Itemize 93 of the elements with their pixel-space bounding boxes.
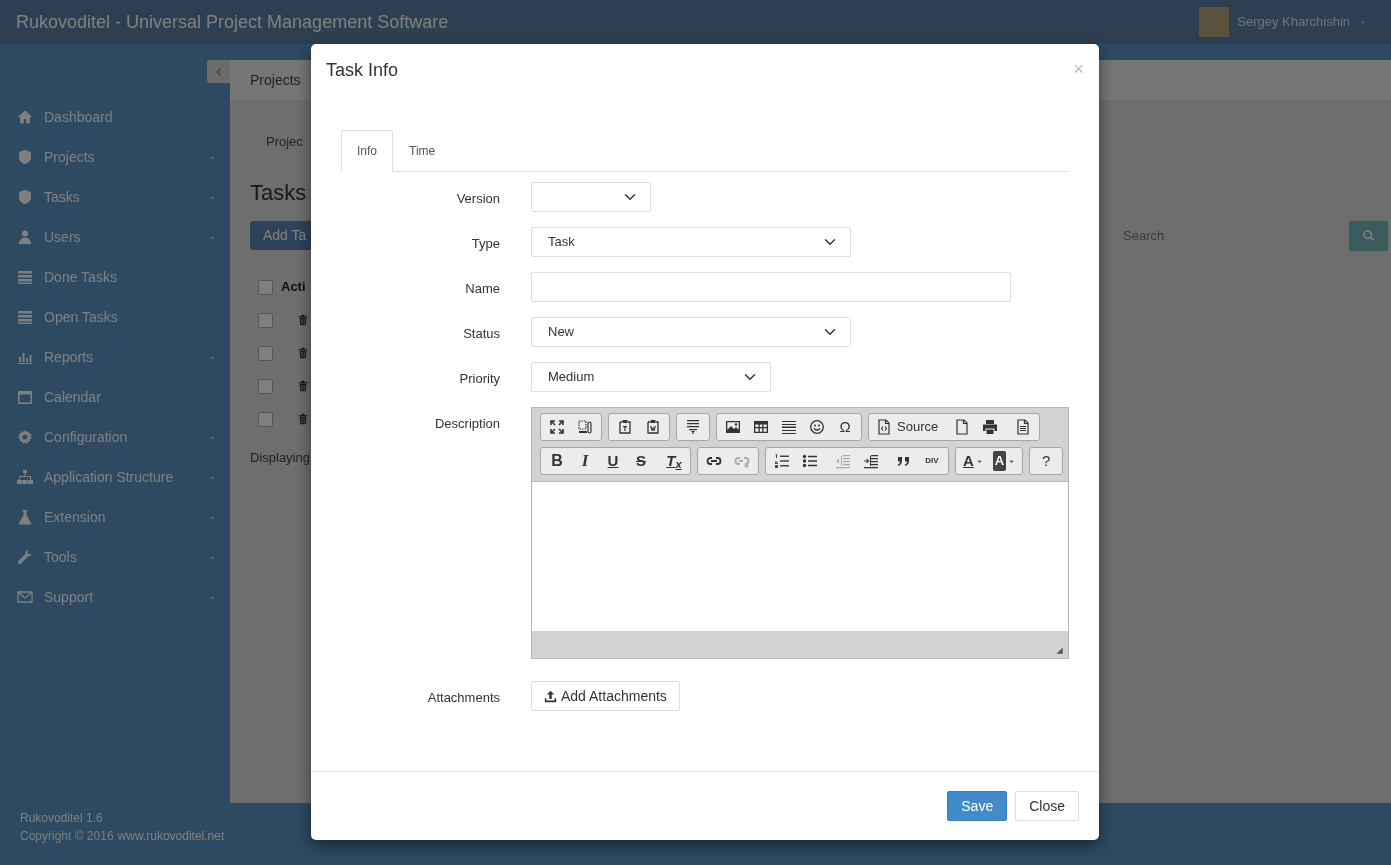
tab[interactable]: Time — [393, 130, 452, 172]
user-name[interactable]: Sergey Kharchishin — [1237, 12, 1350, 32]
input-field[interactable] — [531, 272, 1011, 302]
paste-word-icon — [645, 419, 661, 435]
indent-icon — [863, 453, 879, 469]
save-button[interactable]: Save — [947, 791, 1008, 821]
sidebar-item[interactable]: Users — [0, 217, 230, 257]
numbered-list-icon — [774, 453, 790, 469]
copyright-text: Copyright © 2016 — [20, 828, 114, 845]
sidebar-item[interactable]: Done Tasks — [0, 257, 230, 297]
sidebar-item[interactable]: Application Structure — [0, 457, 230, 497]
close-button[interactable]: Close — [1015, 791, 1079, 821]
bold-button[interactable]: B — [543, 448, 571, 474]
horizontal-line-icon — [781, 419, 797, 435]
smiley-icon — [809, 419, 825, 435]
list-icon — [17, 269, 33, 285]
preview-icon — [1015, 419, 1032, 435]
trash-icon — [297, 314, 309, 326]
strikethrough-button[interactable]: S — [627, 448, 655, 474]
toolbar-button[interactable]: Ω — [831, 414, 859, 440]
sidebar-item[interactable]: Extension — [0, 497, 230, 537]
trash-icon — [297, 347, 309, 359]
remove-format-button[interactable]: T$_{x}$ — [660, 448, 688, 474]
home-icon — [17, 109, 33, 125]
outdent-icon — [835, 453, 851, 469]
envelope-icon — [17, 589, 33, 605]
avatar-photo — [1199, 7, 1230, 37]
list-icon — [17, 309, 33, 325]
text-color-button[interactable]: A — [958, 448, 988, 474]
div-container-button[interactable]: DIV — [918, 448, 946, 474]
close-button[interactable]: × — [1073, 60, 1084, 78]
upload-icon — [544, 689, 557, 703]
select-field[interactable]: Task — [531, 227, 851, 257]
sidebar-item[interactable]: Support — [0, 577, 230, 617]
field-label: Priority — [458, 370, 500, 388]
field-label: Description — [433, 415, 500, 433]
flask-icon — [17, 509, 33, 525]
field-label: Status — [462, 325, 500, 343]
wrench-icon — [17, 549, 33, 565]
bulleted-list-icon — [802, 453, 818, 469]
sidebar-item[interactable]: Open Tasks — [0, 297, 230, 337]
show-blocks-icon — [577, 419, 593, 435]
tab[interactable]: Projec — [266, 132, 303, 152]
field-label: Name — [464, 280, 500, 298]
dialog-title: Task Info — [326, 60, 399, 82]
website-link[interactable]: www.rukovoditel.net — [117, 827, 225, 845]
field-label: Version — [455, 190, 500, 208]
templates-icon — [685, 419, 701, 435]
sidebar-item[interactable]: Dashboard — [0, 97, 230, 137]
underline-button[interactable]: U — [599, 448, 627, 474]
page-heading: Tasks — [250, 178, 307, 207]
checkbox[interactable] — [258, 345, 273, 361]
sidebar-item[interactable]: Tools — [0, 537, 230, 577]
hierarchy-icon — [17, 469, 33, 485]
checkbox[interactable] — [258, 378, 273, 394]
checkbox[interactable] — [258, 411, 273, 427]
sidebar-item[interactable]: Calendar — [0, 377, 230, 417]
image-icon — [725, 419, 741, 435]
user-icon — [17, 229, 33, 245]
sidebar-item[interactable]: Reports — [0, 337, 230, 377]
sidebar-item[interactable]: Tasks — [0, 177, 230, 217]
trash-icon — [297, 380, 309, 392]
document-code-icon — [876, 419, 892, 435]
field-label: Attachments — [426, 689, 500, 707]
checkbox[interactable] — [258, 312, 273, 328]
table-icon — [753, 419, 769, 435]
sidebar-item[interactable]: Configuration — [0, 417, 230, 457]
trash-icon — [297, 413, 309, 425]
tab[interactable]: Info — [341, 130, 393, 172]
select-field[interactable] — [531, 182, 651, 212]
field-label: Type — [470, 235, 500, 253]
shield-icon — [17, 149, 33, 165]
maximize-icon — [549, 419, 565, 435]
listing-info: Displaying — [250, 449, 310, 465]
print-icon — [982, 419, 999, 435]
add-attachments-button[interactable]: Add Attachments — [531, 681, 680, 711]
version-text: Rukovoditel 1.6 — [20, 810, 104, 827]
new-page-icon — [954, 419, 971, 435]
select-field[interactable]: Medium — [531, 362, 771, 392]
gear-icon — [17, 429, 33, 445]
background-color-button[interactable]: A — [987, 448, 1021, 474]
breadcrumb-link[interactable]: Projects — [250, 70, 301, 90]
italic-button[interactable]: I — [571, 448, 599, 474]
select-field[interactable]: New — [531, 317, 851, 347]
paste-text-icon — [617, 419, 633, 435]
checkbox[interactable] — [258, 279, 273, 295]
sidebar-item[interactable]: Projects — [0, 137, 230, 177]
calendar-icon — [17, 389, 33, 405]
column-header: Acti — [281, 278, 306, 297]
search-icon — [1362, 229, 1375, 242]
resize-handle-icon — [1054, 645, 1064, 655]
app-title: Rukovoditel - Universal Project Management Software — [16, 10, 449, 34]
shield-icon — [17, 189, 33, 205]
